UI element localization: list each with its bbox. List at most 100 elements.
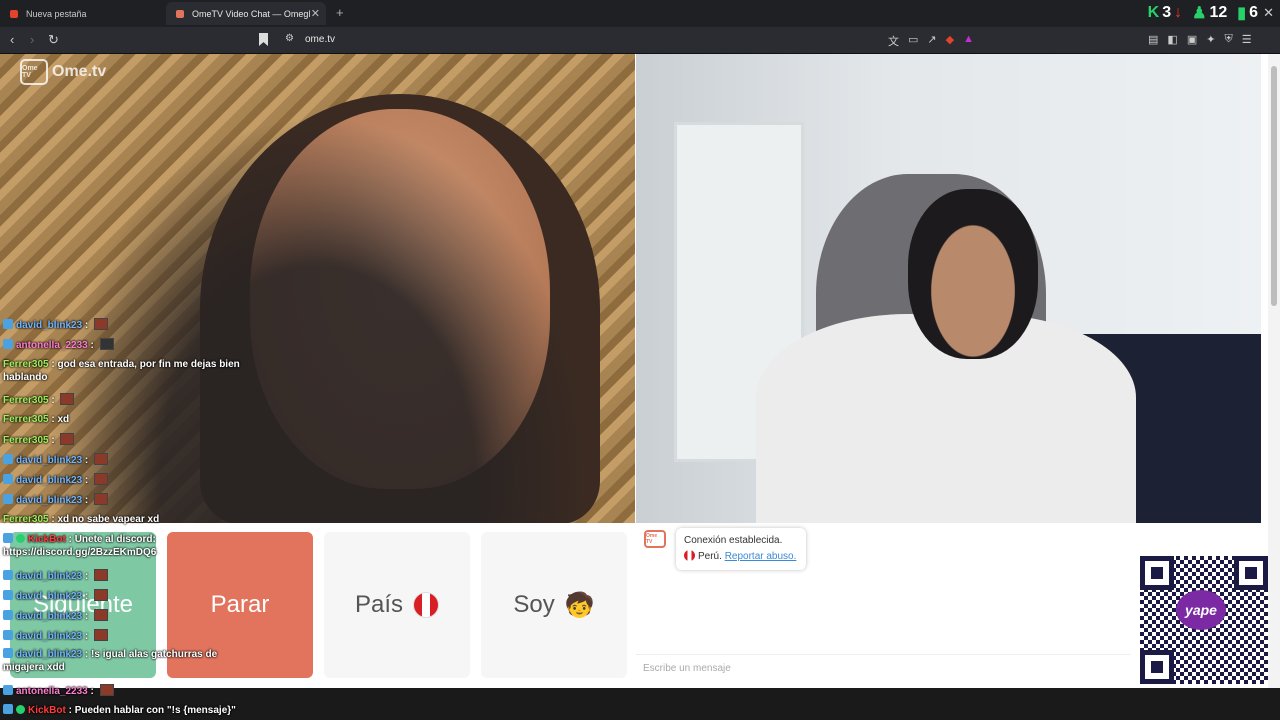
country-name: Perú. <box>698 551 722 562</box>
chat-text: Pueden hablar con "!s {mensaje}" <box>74 705 236 716</box>
ometv-badge-icon: Ome TV <box>20 59 48 85</box>
bookmark-icon[interactable] <box>259 33 268 46</box>
chat-username[interactable]: antonella_2233 <box>16 686 88 697</box>
self-video <box>636 54 1261 523</box>
chat-username[interactable]: david_blink23 <box>16 455 82 466</box>
chat-username[interactable]: Ferrer305 <box>3 435 49 446</box>
chat-emote-icon <box>94 569 109 581</box>
message-input[interactable]: Escribe un mensaje <box>636 654 1130 680</box>
sidebar-icon[interactable]: ◧ <box>1167 33 1177 46</box>
chat-badge-icon <box>3 454 13 464</box>
reload-icon[interactable]: ↻ <box>48 32 59 48</box>
chat-message: david_blink23 : <box>3 453 109 467</box>
chat-message: antonella_2233 : <box>3 684 114 698</box>
chat-emote-icon <box>94 493 109 505</box>
kick-count: 3 <box>1162 4 1172 21</box>
browser-tab-bar: Nueva pestaña OmeTV Video Chat — Omegl ✕… <box>0 0 1280 27</box>
system-message: Conexión establecida. Perú. Reportar abu… <box>676 528 806 570</box>
site-settings-icon[interactable]: ⚙ <box>285 33 294 44</box>
chat-separator: : <box>48 435 58 446</box>
ometv-logo: Ome TV Ome.tv <box>20 59 106 85</box>
chat-message: Ferrer305 : xd <box>3 413 69 426</box>
address-bar: ‹ › ↻ ⚙ ome.tv 文 ▭ ↗ ◆ ▲ ▤ ◧ ▣ ✦ ⛨ ☰ <box>0 27 1280 54</box>
brave-shields-icon[interactable]: ◆ <box>946 33 954 49</box>
chat-username[interactable]: david_blink23 <box>16 591 82 602</box>
kick-icon: K <box>1147 4 1160 21</box>
close-tab-icon[interactable]: ✕ <box>311 7 320 20</box>
chat-badge-icon <box>3 494 13 504</box>
chat-username[interactable]: Ferrer305 <box>3 514 49 525</box>
chat-emote-icon <box>99 684 114 696</box>
chat-emote-icon <box>94 609 109 621</box>
chat-username[interactable]: Ferrer305 <box>3 359 49 370</box>
chat-separator: : <box>48 395 58 406</box>
gender-button[interactable]: Soy 🧒 <box>481 532 627 678</box>
leo-ai-icon[interactable]: ✦ <box>1206 33 1215 46</box>
vpn-icon[interactable]: ⛨ <box>1224 33 1232 46</box>
viewers-count: 6 <box>1249 4 1258 21</box>
country-button[interactable]: País <box>324 532 470 678</box>
viewers-stat: ▮ 6 <box>1237 3 1258 23</box>
chat-username[interactable]: KickBot <box>28 705 66 716</box>
follower-count: 12 <box>1209 4 1228 21</box>
chat-message: KickBot : Unete al discord: https://disc… <box>3 533 253 559</box>
report-abuse-link[interactable]: Reportar abuso. <box>725 551 797 562</box>
kick-stat: K 3 ↓ <box>1148 4 1182 22</box>
chat-badge-icon <box>3 339 13 349</box>
chat-username[interactable]: david_blink23 <box>16 475 82 486</box>
translate-icon[interactable]: 文 <box>888 33 899 49</box>
url-field[interactable]: ome.tv <box>305 34 335 45</box>
chat-message: david_blink23 : <box>3 589 109 603</box>
viewers-icon: ▮ <box>1237 5 1247 22</box>
wallet-icon[interactable]: ▣ <box>1187 33 1197 46</box>
window-close-icon[interactable]: ✕ <box>1263 5 1274 21</box>
chat-username[interactable]: david_blink23 <box>16 571 82 582</box>
chat-username[interactable]: david_blink23 <box>16 631 82 642</box>
ometv-logo-text: Ome.tv <box>52 63 107 80</box>
chat-username[interactable]: Ferrer305 <box>3 414 49 425</box>
back-icon[interactable]: ‹ <box>10 32 14 47</box>
chat-message: david_blink23 : <box>3 629 109 643</box>
brave-rewards-icon[interactable]: ▲ <box>963 33 974 49</box>
chat-separator: : <box>82 455 92 466</box>
chat-message: Ferrer305 : <box>3 433 75 447</box>
chat-badge-icon <box>3 630 13 640</box>
yape-logo-icon: yape <box>1176 590 1226 630</box>
reader-mode-icon[interactable]: ▤ <box>1148 33 1158 46</box>
chat-text: Unete al discord: https://discord.gg/2Bz… <box>3 534 157 558</box>
forward-icon[interactable]: › <box>30 32 34 47</box>
qr-finder-tl <box>1140 556 1174 590</box>
menu-icon[interactable]: ☰ <box>1242 33 1252 46</box>
chat-separator: : <box>82 571 92 582</box>
chat-separator: : <box>82 649 92 660</box>
chat-message: david_blink23 : !s igual alas gatchurras… <box>3 648 253 674</box>
chat-username[interactable]: david_blink23 <box>16 649 82 660</box>
chat-separator: : <box>82 591 92 602</box>
chat-separator: : <box>82 611 92 622</box>
cast-icon[interactable]: ▭ <box>908 33 918 49</box>
new-tab-button[interactable]: + <box>336 5 344 20</box>
chat-username[interactable]: david_blink23 <box>16 495 82 506</box>
chat-emote-icon <box>99 338 114 350</box>
chat-username[interactable]: david_blink23 <box>16 611 82 622</box>
tab-new-tab[interactable]: Nueva pestaña <box>0 2 165 25</box>
chat-emote-icon <box>94 589 109 601</box>
chat-username[interactable]: Ferrer305 <box>3 395 49 406</box>
chat-message: david_blink23 : <box>3 609 109 623</box>
chat-username[interactable]: david_blink23 <box>16 320 82 331</box>
share-icon[interactable]: ↗ <box>927 33 936 49</box>
chat-emote-icon <box>94 453 109 465</box>
scroll-thumb[interactable] <box>1271 66 1277 306</box>
chat-emote-icon <box>94 318 109 330</box>
tab-ometv[interactable]: OmeTV Video Chat — Omegl ✕ <box>166 2 326 25</box>
chat-badge-icon <box>3 319 13 329</box>
peru-flag-icon <box>413 592 440 618</box>
country-line: Perú. Reportar abuso. <box>684 549 798 565</box>
page-scrollbar[interactable] <box>1268 54 1280 720</box>
chat-username[interactable]: KickBot <box>28 534 66 545</box>
chat-username[interactable]: antonella_2233 <box>16 340 88 351</box>
tab-label: Nueva pestaña <box>26 8 87 19</box>
stop-label: Parar <box>210 591 270 618</box>
chat-emote-icon <box>94 629 109 641</box>
chat-message: david_blink23 : <box>3 318 109 332</box>
